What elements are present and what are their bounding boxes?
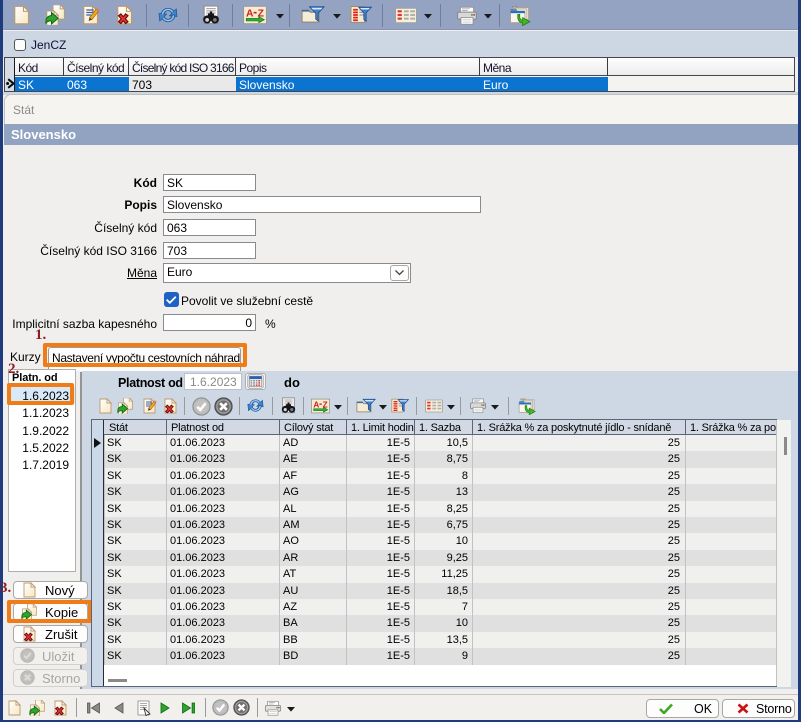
svg-text:A: A [313, 400, 319, 409]
svg-text:A: A [246, 9, 254, 20]
